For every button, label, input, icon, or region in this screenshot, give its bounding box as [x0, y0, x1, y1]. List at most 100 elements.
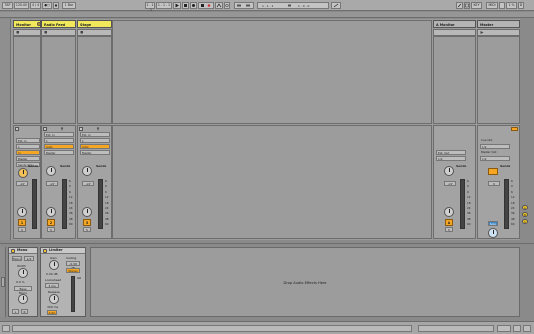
ceiling-value[interactable]: -0.30 dB — [66, 261, 80, 270]
microphone-icon[interactable] — [96, 127, 100, 131]
output-select[interactable]: Master — [16, 156, 40, 161]
track-header-radio-feed[interactable]: Radio Feed — [41, 20, 76, 28]
return-send-knob[interactable] — [444, 166, 454, 176]
tap-tempo-button[interactable]: TAP — [2, 2, 13, 9]
stereo-toggle[interactable]: Stereo — [66, 268, 80, 273]
return-header-a[interactable]: A Monitor — [433, 20, 476, 28]
volume-readout[interactable]: -inf — [16, 181, 28, 186]
return-activator-button[interactable]: A — [445, 219, 453, 226]
left-channel-button[interactable]: L — [12, 309, 19, 314]
solo-button[interactable]: S — [18, 227, 26, 232]
lookahead-select[interactable]: 3 ms — [45, 283, 59, 288]
track-activator-button[interactable]: 2 — [47, 219, 55, 226]
play-button[interactable] — [173, 2, 181, 9]
auto-release-toggle[interactable]: Auto — [47, 310, 57, 315]
solo-button[interactable]: S — [47, 227, 55, 232]
monitor-select[interactable]: In — [16, 150, 40, 155]
arm-icon[interactable] — [15, 127, 19, 131]
midi-map-button[interactable]: MIDI — [486, 2, 498, 9]
send-a-knob[interactable] — [46, 166, 56, 176]
key-map-icon[interactable] — [456, 2, 463, 9]
bass-mono-toggle[interactable]: Bass Mono — [14, 286, 32, 295]
device-on-toggle[interactable] — [11, 249, 15, 253]
gain-knob[interactable] — [49, 260, 59, 270]
return-output-select[interactable]: Ext. Out — [436, 150, 466, 155]
drop-audio-effects-area[interactable]: Drop Audio Effects Here — [90, 247, 520, 317]
solo-button[interactable]: S — [445, 227, 453, 232]
master-out-select[interactable]: 1/2 — [480, 156, 510, 161]
pan-knob[interactable] — [46, 207, 56, 217]
arm-icon[interactable] — [79, 127, 83, 131]
device-expand-icon[interactable] — [1, 277, 5, 287]
punch-in-out[interactable] — [234, 2, 254, 9]
track-activator-button[interactable]: 3 — [83, 219, 91, 226]
width-knob[interactable] — [18, 268, 28, 278]
tempo-field[interactable]: 120.00 — [14, 2, 29, 9]
input-type-select[interactable]: Ext. In — [80, 132, 110, 137]
right-channel-button[interactable]: R — [21, 309, 28, 314]
show-browser-button[interactable] — [2, 325, 10, 332]
solo-button[interactable]: S — [83, 227, 91, 232]
monitor-select[interactable]: Auto — [80, 144, 110, 149]
monitor-select[interactable]: Auto — [44, 144, 74, 149]
stop-button[interactable] — [182, 2, 189, 9]
quantize-select[interactable]: 1 Bar — [62, 2, 76, 9]
input-type-select[interactable]: Ext. In — [16, 138, 40, 143]
input-channel-select[interactable]: 1 — [80, 138, 110, 143]
loop-icon[interactable] — [224, 2, 230, 9]
cue-volume-knob[interactable] — [488, 228, 498, 238]
track-header-stage[interactable]: Stage — [77, 20, 112, 28]
device-view-toggle[interactable] — [513, 325, 521, 332]
scene-launch-area[interactable] — [477, 36, 520, 124]
mode-select[interactable]: Mono — [12, 256, 22, 261]
input-channel-select[interactable]: 1 — [16, 144, 40, 149]
clip-slots-radio-feed[interactable] — [41, 36, 76, 124]
cue-out-select[interactable]: 1/2 — [480, 144, 510, 149]
input-channel-select[interactable]: 1 — [44, 138, 74, 143]
pan-knob[interactable] — [17, 207, 27, 217]
track-selector[interactable] — [497, 325, 511, 332]
mono-option[interactable]: 1/2 — [24, 256, 34, 261]
device-on-toggle[interactable] — [43, 249, 47, 253]
volume-readout[interactable]: -inf — [46, 181, 58, 186]
output-select[interactable]: Master — [44, 150, 74, 155]
time-signature-field[interactable]: 4 / 4 — [30, 2, 41, 9]
crossfader-a[interactable]: A — [522, 205, 528, 210]
send-a-knob[interactable] — [18, 168, 28, 178]
loop-region[interactable]: 1 . 1 . 1 1 . 0 . 0 — [257, 2, 329, 9]
track-activator-button[interactable]: 1 — [18, 219, 26, 226]
song-position-field[interactable]: 1 . 1 . 1 — [156, 2, 172, 9]
record-button[interactable] — [190, 2, 197, 9]
overdub-button[interactable] — [198, 2, 214, 9]
microphone-icon[interactable] — [60, 127, 64, 131]
solo-cue-button[interactable]: Solo — [488, 221, 498, 226]
master-activator[interactable] — [488, 168, 498, 175]
clip-slots-monitor[interactable] — [13, 36, 41, 124]
metronome-toggle[interactable]: ●○ — [42, 2, 52, 9]
key-map-button[interactable]: KEY — [471, 2, 482, 9]
return-clip-area — [433, 36, 476, 124]
draw-mode-icon[interactable] — [331, 2, 341, 9]
crossfader-b[interactable]: B — [522, 212, 528, 217]
crossfader-s[interactable]: S — [522, 219, 528, 224]
volume-readout[interactable]: -inf — [444, 181, 456, 186]
clip-slots-stage[interactable] — [77, 36, 112, 124]
sends-label: Sends — [456, 164, 467, 168]
output-select[interactable]: Master — [80, 150, 110, 155]
metronome-icon[interactable] — [53, 2, 59, 9]
pan-knob[interactable] — [444, 207, 454, 217]
bass-freq-knob[interactable] — [18, 294, 28, 304]
volume-readout[interactable]: -inf — [82, 181, 94, 186]
return-channel-select[interactable]: 1/2 — [436, 156, 466, 161]
follow-button[interactable] — [215, 2, 223, 9]
arrangement-position-field[interactable]: 1 . 1 . 1 — [145, 2, 155, 12]
send-a-knob[interactable] — [82, 166, 92, 176]
input-type-select[interactable]: Ext. In — [44, 132, 74, 137]
computer-keyboard-icon[interactable] — [464, 2, 470, 9]
release-knob[interactable] — [49, 294, 59, 304]
arm-icon[interactable] — [43, 127, 47, 131]
clip-view-toggle[interactable] — [523, 325, 531, 332]
master-header[interactable]: Master — [477, 20, 520, 28]
pan-knob[interactable] — [82, 207, 92, 217]
volume-readout[interactable]: 0 — [488, 181, 500, 186]
